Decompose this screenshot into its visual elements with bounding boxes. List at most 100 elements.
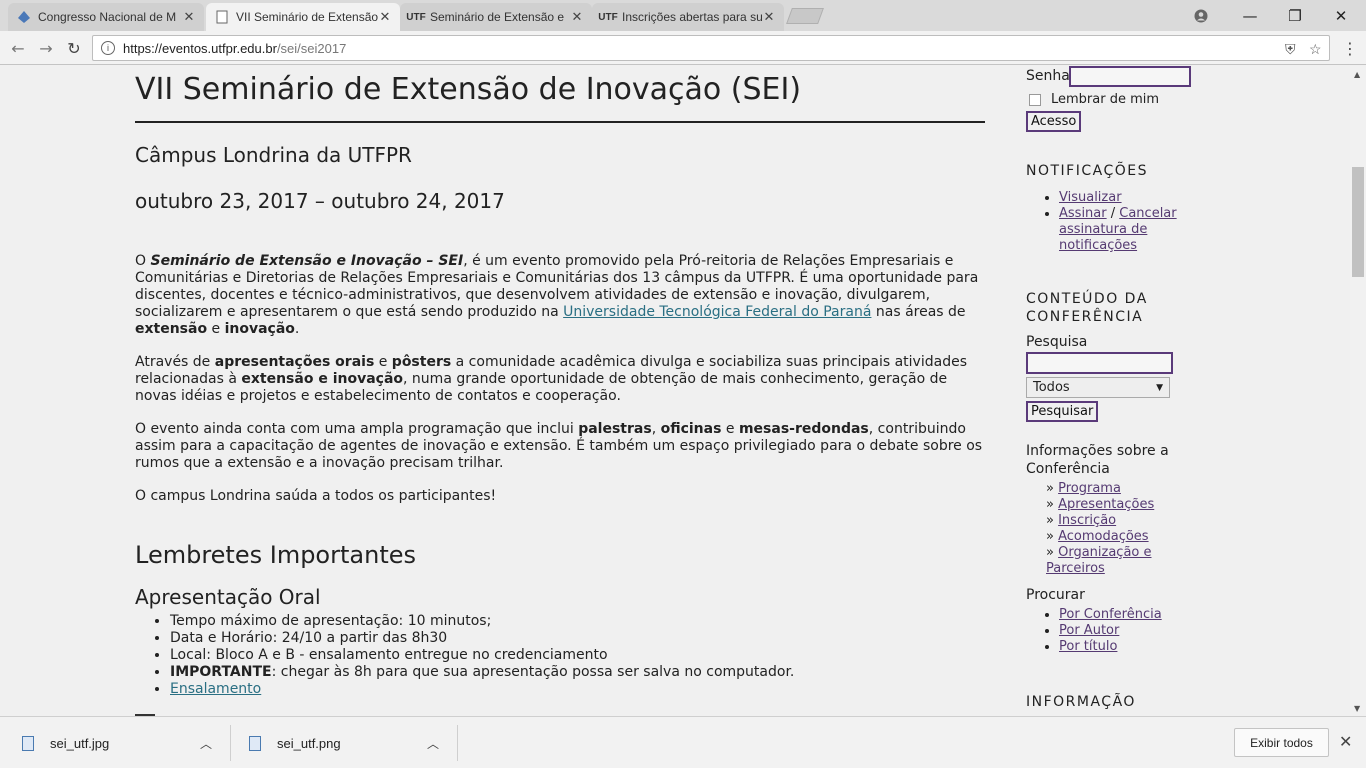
tab-title: Seminário de Extensão e [430,10,565,24]
remember-checkbox[interactable] [1029,93,1041,106]
restore-icon[interactable]: ❐ [1272,0,1318,31]
drop-icon [16,9,32,25]
scroll-up-icon[interactable]: ▲ [1354,70,1360,79]
close-icon[interactable]: ✕ [762,9,776,25]
close-icon[interactable]: ✕ [570,9,584,25]
download-filename: sei_utf.png [277,735,341,751]
password-label: Senha [1026,68,1070,84]
accommodations-link[interactable]: Acomodações [1058,529,1148,544]
list-item: IMPORTANTE: chegar às 8h para que sua ap… [170,664,985,681]
oral-presentation-list: Tempo máximo de apresentação: 10 minutos… [170,613,985,698]
tab-title: Congresso Nacional de M [38,10,177,24]
conference-dates: outubro 23, 2017 – outubro 24, 2017 [135,189,505,213]
downloads-bar: sei_utf.jpg ︿ sei_utf.png ︿ Exibir todos… [0,716,1366,768]
search-label: Pesquisa [1026,334,1088,350]
conference-info-links: » Programa » Apresentações » Inscrição »… [1046,481,1155,576]
url-path: /sei/sei2017 [276,40,347,56]
chevron-up-icon[interactable]: ︿ [200,735,212,752]
conference-info-title: Informações sobre a Conferência [1026,443,1169,477]
main-column: VII Seminário de Extensão de Inovação (S… [135,66,985,698]
login-button[interactable]: Acesso [1026,111,1082,132]
divider [230,725,231,761]
program-paragraph: O evento ainda conta com uma ampla progr… [135,421,983,471]
download-item[interactable]: sei_utf.jpg ︿ [22,717,222,768]
list-item: Ensalamento [170,681,985,698]
list-item: Tempo máximo de apresentação: 10 minutos… [170,613,985,630]
search-input[interactable] [1026,352,1173,374]
forward-icon[interactable]: → [34,36,58,60]
tab-congresso[interactable]: Congresso Nacional de M ✕ [8,3,204,31]
back-icon[interactable]: ← [6,36,30,60]
download-item[interactable]: sei_utf.png ︿ [249,717,449,768]
utf-logo-icon: UTF [406,11,426,23]
conference-content-title: CONTEÚDO DA CONFERÊNCIA [1026,291,1148,325]
search-button[interactable]: Pesquisar [1026,401,1099,422]
remember-label: Lembrar de mim [1051,92,1160,107]
url-host: https://eventos.utfpr.edu.br [123,40,277,56]
presentations-paragraph: Através de apresentações orais e pôsters… [135,354,967,404]
minimize-icon[interactable]: — [1227,0,1273,31]
presentations-link[interactable]: Apresentações [1058,497,1154,512]
close-window-icon[interactable]: ✕ [1318,0,1364,31]
reload-icon[interactable]: ↻ [62,36,86,60]
star-icon[interactable]: ☆ [1309,41,1322,58]
campus-heading: Câmpus Londrina da UTFPR [135,143,412,167]
menu-icon[interactable]: ⋮ [1338,36,1362,60]
utfpr-link[interactable]: Universidade Tecnológica Federal do Para… [563,304,871,320]
tab-seminario[interactable]: UTF Seminário de Extensão e ✕ [400,3,592,31]
image-file-icon [22,735,34,751]
page-icon [214,9,230,25]
download-filename: sei_utf.jpg [50,735,110,751]
browse-by-title-link[interactable]: Por título [1059,639,1117,654]
close-icon[interactable]: ✕ [182,9,196,25]
browse-by-author-link[interactable]: Por Autor [1059,623,1119,638]
greeting-paragraph: O campus Londrina saúda a todos os parti… [135,488,497,504]
address-bar[interactable]: i https://eventos.utfpr.edu.br/sei/sei20… [92,35,1330,61]
tab-title: Inscrições abertas para su [622,10,762,24]
reminders-heading: Lembretes Importantes [135,541,416,569]
notifications-list: Visualizar Assinar / Cancelar assinatura… [1059,190,1206,254]
utf-logo-icon: UTF [598,11,618,23]
divider [457,725,458,761]
conference-title: VII Seminário de Extensão de Inovação (S… [135,72,985,123]
tab-strip: Congresso Nacional de M ✕ VII Seminário … [0,0,1366,31]
tab-title: VII Seminário de Extensão [236,10,378,24]
browse-list: Por Conferência Por Autor Por título [1059,607,1206,655]
new-tab-button[interactable] [786,8,824,24]
show-all-button[interactable]: Exibir todos [1234,728,1329,757]
oral-presentation-heading: Apresentação Oral [135,585,321,609]
password-input[interactable] [1069,66,1191,87]
shield-blocked-icon[interactable]: ⛨ [1285,41,1296,58]
chevron-up-icon[interactable]: ︿ [427,735,439,752]
profile-icon[interactable] [1178,0,1224,31]
browse-title: Procurar [1026,587,1085,603]
page-content: VII Seminário de Extensão de Inovação (S… [0,66,1350,716]
notif-view-link[interactable]: Visualizar [1059,190,1122,205]
info-icon[interactable]: i [101,41,115,55]
list-item: Data e Horário: 24/10 a partir das 8h30 [170,630,985,647]
intro-paragraph: O Seminário de Extensão e Inovação – SEI… [135,253,979,337]
search-scope-value: Todos [1033,380,1070,395]
remember-me[interactable]: Lembrar de mim [1029,92,1159,107]
program-link[interactable]: Programa [1058,481,1121,496]
information-title: INFORMAÇÃO [1026,694,1136,710]
list-item: Local: Bloco A e B - ensalamento entregu… [170,647,985,664]
dropdown-arrow-icon: ▼ [1156,382,1163,393]
scrollbar-thumb[interactable] [1352,167,1364,277]
notif-subscribe-link[interactable]: Assinar [1059,206,1107,221]
registration-link[interactable]: Inscrição [1058,513,1116,528]
search-scope-select[interactable]: Todos ▼ [1026,377,1170,398]
tab-sei[interactable]: VII Seminário de Extensão ✕ [206,3,400,31]
notifications-title: NOTIFICAÇÕES [1026,163,1148,179]
image-file-icon [249,735,261,751]
tab-inscricoes[interactable]: UTF Inscrições abertas para su ✕ [592,3,784,31]
vertical-scrollbar[interactable]: ▲ ▼ [1350,66,1366,716]
browse-by-conference-link[interactable]: Por Conferência [1059,607,1162,622]
ensalamento-link[interactable]: Ensalamento [170,681,261,697]
sidebar: Senha Lembrar de mim Acesso NOTIFICAÇÕES… [1025,66,1215,710]
browser-toolbar: ← → ↻ i https://eventos.utfpr.edu.br/sei… [0,31,1366,65]
close-icon[interactable]: ✕ [378,9,392,25]
organization-link[interactable]: Organização e Parceiros [1046,545,1152,576]
scroll-down-icon[interactable]: ▼ [1354,704,1360,713]
close-icon[interactable]: ✕ [1339,732,1352,751]
